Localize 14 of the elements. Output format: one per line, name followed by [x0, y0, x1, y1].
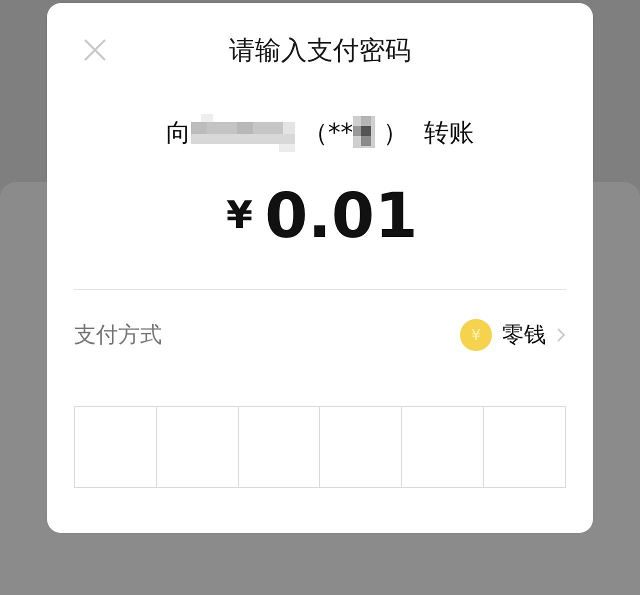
recipient-prefix: 向: [166, 116, 191, 148]
amount-value: 0.01: [264, 178, 418, 252]
payment-method-selector[interactable]: ¥ 零钱: [460, 319, 566, 351]
currency-symbol: ¥: [226, 193, 253, 237]
transfer-label: 转账: [424, 116, 474, 148]
close-button[interactable]: [83, 38, 107, 62]
chevron-icon: [556, 327, 566, 343]
recipient-paren: ）: [383, 116, 408, 148]
coin-icon: ¥: [460, 319, 492, 351]
payment-method-label: 支付方式: [74, 322, 162, 350]
close-icon: [83, 38, 107, 62]
dialog-title: 请输入支付密码: [229, 34, 411, 68]
password-field[interactable]: [74, 406, 566, 488]
recipient-account: （**: [303, 116, 353, 148]
